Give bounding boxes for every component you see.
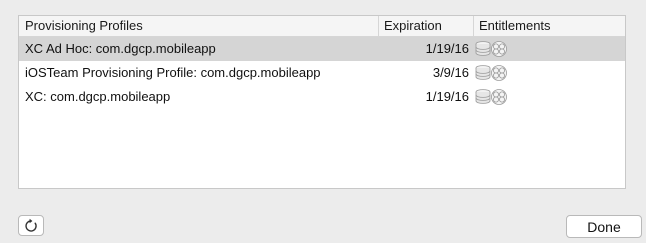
provisioning-profiles-table: Provisioning Profiles Expiration Entitle… — [18, 15, 626, 189]
table-row[interactable]: iOSTeam Provisioning Profile: com.dgcp.m… — [19, 61, 625, 85]
table-body: XC Ad Hoc: com.dgcp.mobileapp 1/19/16 iO… — [19, 37, 625, 109]
table-header: Provisioning Profiles Expiration Entitle… — [19, 16, 625, 37]
profile-name: iOSTeam Provisioning Profile: com.dgcp.m… — [25, 65, 321, 80]
provisioning-profiles-sheet: Provisioning Profiles Expiration Entitle… — [0, 0, 646, 243]
done-button[interactable]: Done — [566, 215, 642, 238]
profile-expiration: 3/9/16 — [432, 65, 469, 80]
table-row[interactable]: XC Ad Hoc: com.dgcp.mobileapp 1/19/16 — [19, 37, 625, 61]
table-row[interactable]: XC: com.dgcp.mobileapp 1/19/16 — [19, 85, 625, 109]
entitlements-icon — [475, 61, 535, 85]
column-header-entitlements[interactable]: Entitlements — [473, 16, 625, 36]
profile-expiration: 1/19/16 — [425, 89, 469, 104]
column-header-expiration[interactable]: Expiration — [378, 16, 473, 36]
column-header-profiles[interactable]: Provisioning Profiles — [19, 16, 378, 36]
profile-name: XC: com.dgcp.mobileapp — [25, 89, 171, 104]
refresh-button[interactable] — [18, 215, 44, 236]
entitlements-icon — [475, 37, 535, 61]
entitlements-icon — [475, 85, 535, 109]
profile-expiration: 1/19/16 — [425, 41, 469, 56]
profile-name: XC Ad Hoc: com.dgcp.mobileapp — [25, 41, 216, 56]
